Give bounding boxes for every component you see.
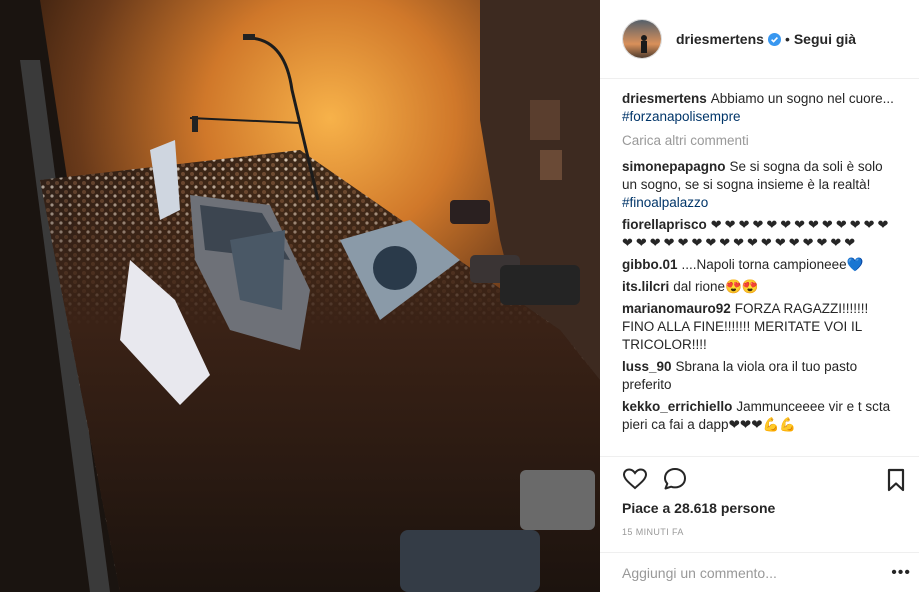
header-separator: •: [784, 31, 790, 47]
comment-item: gibbo.01 ....Napoli torna campioneee💙: [622, 256, 897, 274]
comment-item: kekko_errichiello Jammunceeee vir e t sct…: [622, 398, 897, 434]
verified-badge-icon: [767, 32, 781, 46]
comment-item: marianomauro92 FORZA RAGAZZI!!!!!!! FINO …: [622, 300, 897, 354]
comment-username[interactable]: luss_90: [622, 359, 672, 374]
caption-text: Abbiamo un sogno nel cuore...: [710, 91, 894, 106]
comment-icon[interactable]: [662, 466, 688, 492]
comments-list[interactable]: driesmertens Abbiamo un sogno nel cuore..…: [600, 80, 919, 456]
comment-username[interactable]: gibbo.01: [622, 257, 678, 272]
comment-item: simonepapagno Se si sogna da soli è solo …: [622, 158, 897, 212]
comment-username[interactable]: its.lilcri: [622, 279, 669, 294]
crowd-street-photo: [0, 0, 600, 592]
add-comment-bar: •••: [600, 552, 919, 592]
add-comment-input[interactable]: [622, 564, 872, 581]
comment-item: its.lilcri dal rione😍😍: [622, 278, 897, 296]
comment-hashtag[interactable]: #finoalpalazzo: [622, 195, 708, 210]
post-header: driesmertens • Segui già: [600, 0, 919, 79]
post-caption: driesmertens Abbiamo un sogno nel cuore..…: [622, 90, 897, 126]
comment-item: fiorellaprisco ❤❤❤❤❤❤❤❤❤❤❤❤❤❤❤❤❤❤❤❤❤❤❤❤❤❤…: [622, 216, 897, 252]
more-options-icon[interactable]: •••: [891, 564, 911, 582]
comment-item: luss_90 Sbrana la viola ora il tuo pasto …: [622, 358, 897, 394]
caption-hashtag[interactable]: #forzanapolisempre: [622, 109, 741, 124]
comment-text: dal rione😍😍: [673, 279, 759, 294]
comment-username[interactable]: simonepapagno: [622, 159, 726, 174]
post-photo[interactable]: [0, 0, 600, 592]
load-more-comments-link[interactable]: Carica altri commenti: [622, 132, 897, 150]
bookmark-icon[interactable]: [885, 468, 907, 492]
follow-status-button[interactable]: Segui già: [794, 31, 856, 47]
heart-icon[interactable]: [622, 466, 648, 492]
comment-username[interactable]: fiorellaprisco: [622, 217, 707, 232]
header-username[interactable]: driesmertens: [676, 31, 764, 47]
user-avatar[interactable]: [622, 19, 662, 59]
comment-username[interactable]: kekko_errichiello: [622, 399, 732, 414]
caption-username[interactable]: driesmertens: [622, 91, 707, 106]
comment-text: ....Napoli torna campioneee💙: [681, 257, 864, 272]
post-timestamp: 15 MINUTI FA: [622, 527, 684, 537]
post-actions-bar: [600, 456, 919, 500]
post-side-panel: driesmertens • Segui già driesmertens Abb…: [600, 0, 919, 592]
likes-count[interactable]: Piace a 28.618 persone: [622, 500, 775, 516]
comment-username[interactable]: marianomauro92: [622, 301, 731, 316]
